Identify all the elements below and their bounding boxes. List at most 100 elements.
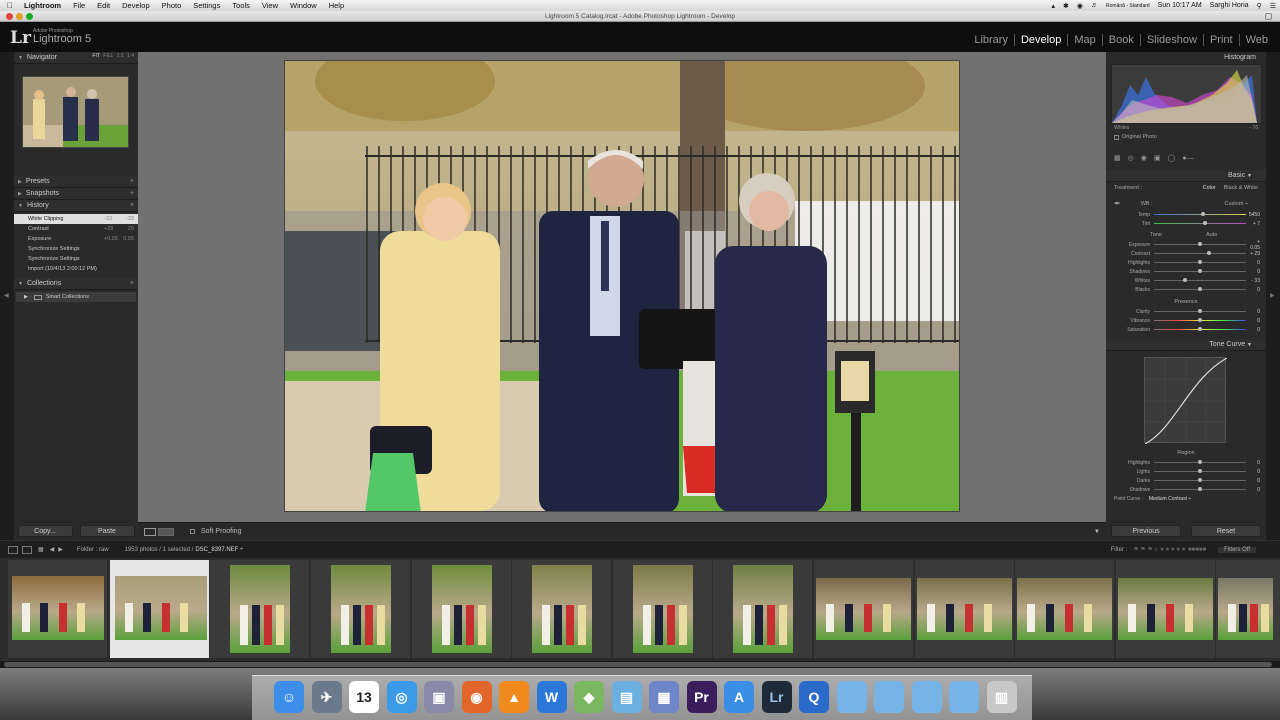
history-item[interactable]: Synchronize Settings [14,244,138,254]
slider-value[interactable]: 0 [1246,318,1260,324]
calendar-icon[interactable]: 13 [349,681,379,713]
fullscreen-icon[interactable] [1265,13,1272,20]
slider-value[interactable]: 0 [1246,327,1260,333]
slider-knob[interactable] [1198,242,1202,246]
slider-knob[interactable] [1200,212,1205,216]
user-name[interactable]: Sarghi Horia [1206,2,1253,9]
slider-row[interactable]: Exposure + 0.05 [1106,239,1266,251]
grid-view-icon[interactable]: ▦ [38,546,44,553]
adjustment-brush-icon[interactable]: ●― [1182,155,1193,162]
lightroom-icon[interactable]: Lr [761,681,792,713]
finder-icon[interactable]: ☺ [274,681,304,713]
disclosure-icon[interactable]: ▼ [18,203,23,209]
collections-header[interactable]: ▼ Collections + [14,278,138,290]
slider-knob[interactable] [1198,487,1202,491]
slider-row[interactable]: Shadows 0 [1106,485,1266,494]
tone-curve-graph[interactable] [1144,357,1228,445]
slider-row[interactable]: Darks 0 [1106,476,1266,485]
slider-value[interactable]: + 7 [1246,221,1260,227]
slider-value[interactable]: 0 [1246,269,1260,275]
slider-knob[interactable] [1202,221,1207,225]
menu-window[interactable]: Window [284,1,323,10]
slider-value[interactable]: 0 [1246,287,1260,293]
menu-file[interactable]: File [67,1,91,10]
spot-removal-icon[interactable]: ◎ [1128,154,1134,162]
folder-icon[interactable] [911,681,942,713]
notifications-icon[interactable]: ☰ [1266,2,1280,10]
disclosure-icon[interactable]: ▶ [18,179,22,185]
filter-dropdown[interactable]: Filters Off [1218,546,1256,553]
slider-track[interactable] [1154,469,1246,473]
histogram[interactable] [1111,64,1262,124]
module-book[interactable]: Book [1101,34,1140,46]
input-language[interactable]: Română - Standard [1102,3,1154,9]
disclosure-icon[interactable]: ▼ [18,281,23,287]
launchpad-icon[interactable]: ✈ [311,681,342,713]
filmstrip-scrollbar[interactable] [0,661,1280,668]
disclosure-icon[interactable]: ▶ [18,191,22,197]
slider-knob[interactable] [1198,309,1202,313]
clock[interactable]: Sun 10:17 AM [1154,2,1206,9]
dropbox-icon[interactable]: ▴ [1048,2,1060,10]
slider-row[interactable]: Highlights 0 [1106,258,1266,267]
module-slideshow[interactable]: Slideshow [1139,34,1203,46]
slider-value[interactable]: + 0.05 [1246,239,1260,251]
filmstrip-thumbnail[interactable] [1015,560,1114,658]
filter-flag-icons[interactable]: ⚑ ⚑ ⚑ ≥ ★★★★★ ■■■■■ [1133,546,1206,553]
menu-photo[interactable]: Photo [156,1,188,10]
zoom-1-1[interactable]: 1:1 [116,53,125,59]
disclosure-icon[interactable]: ▼ [1247,342,1252,348]
previous-button[interactable]: Previous [1111,525,1181,537]
filmstrip-thumbnail[interactable] [8,560,107,658]
wifi-icon[interactable]: ◉ [1073,2,1087,10]
main-photo[interactable] [284,60,960,512]
vlc-icon[interactable]: ▲ [499,681,529,713]
zoom-fit[interactable]: FIT [91,53,101,59]
filmstrip-scroll-thumb[interactable] [4,662,1272,667]
slider-value[interactable]: 0 [1246,260,1260,266]
paste-button[interactable]: Paste [79,525,135,537]
history-header[interactable]: ▼ History × [14,200,138,212]
volume-icon[interactable]: ♬ [1087,2,1102,9]
disclosure-icon[interactable]: ▼ [18,55,23,61]
navigator-header[interactable]: ▼ Navigator FIT FILL 1:1 1:4 [14,52,138,64]
filmstrip-thumbnail[interactable] [512,560,611,658]
second-window-icon[interactable] [22,545,32,554]
collection-item-smart[interactable]: ▶ Smart Collections [16,292,136,302]
slider-track[interactable] [1154,269,1246,273]
appstore-icon[interactable]: A [724,681,754,713]
slider-track[interactable] [1154,478,1246,482]
filmstrip-thumbnail[interactable] [412,560,511,658]
navigator-preview[interactable] [22,76,129,148]
filmstrip-thumbnail[interactable] [814,560,913,658]
slider-value[interactable]: 0 [1246,469,1260,475]
filmstrip-thumbnail[interactable] [311,560,410,658]
slider-knob[interactable] [1198,269,1202,273]
slider-row[interactable]: Temp 5450 [1106,210,1266,219]
slider-track[interactable] [1154,318,1246,322]
slider-track[interactable] [1154,287,1246,291]
wb-eyedropper-icon[interactable]: ✒ [1114,199,1121,208]
left-panel-edge[interactable]: ◀ [0,52,14,540]
graduated-filter-icon[interactable]: ▣ [1154,154,1161,162]
word-icon[interactable]: W [536,681,567,713]
slider-row[interactable]: Clarity 0 [1106,307,1266,316]
module-web[interactable]: Web [1238,34,1274,46]
tone-curve-header[interactable]: Tone Curve ▼ [1106,339,1266,351]
menu-develop[interactable]: Develop [116,1,156,10]
menu-edit[interactable]: Edit [91,1,116,10]
history-item[interactable]: Contrast +29 29 [14,224,138,234]
point-curve-dropdown[interactable]: Medium Contrast ÷ [1149,496,1191,502]
module-map[interactable]: Map [1067,34,1101,46]
slider-value[interactable]: + 29 [1246,251,1260,257]
disclosure-icon[interactable]: ▶ [24,294,28,300]
slider-track[interactable] [1154,460,1246,464]
folder-icon[interactable] [949,681,979,713]
wb-dropdown[interactable]: Custom ÷ [1225,201,1249,207]
filmstrip-thumbnail[interactable] [1116,560,1215,658]
filmstrip-thumbnail[interactable] [110,560,209,658]
loupe-view-icon[interactable] [144,527,156,536]
slider-knob[interactable] [1198,460,1202,464]
main-window-icon[interactable] [8,545,18,554]
forward-icon[interactable]: ▶ [58,546,63,553]
